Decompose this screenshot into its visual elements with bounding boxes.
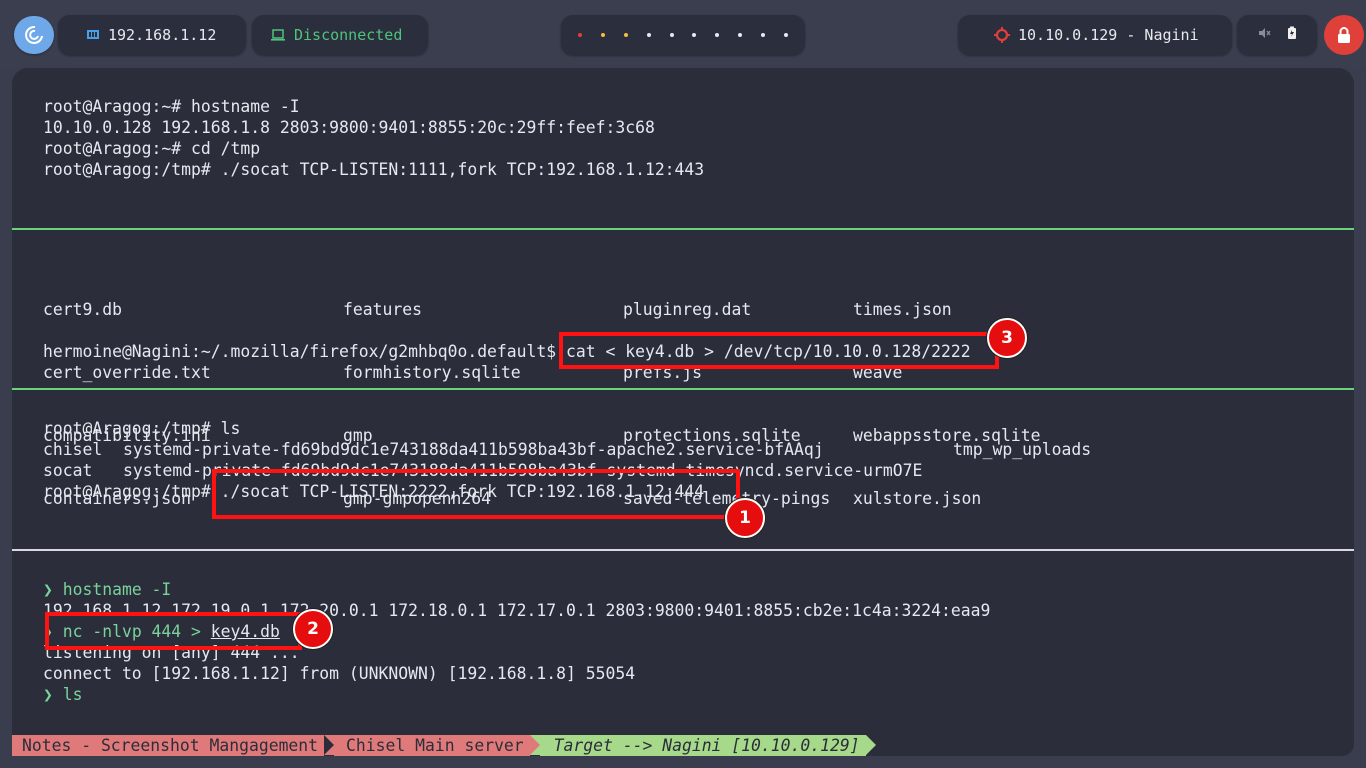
local-ip-widget[interactable]: 192.168.1.12	[58, 15, 246, 55]
top-bar: 192.168.1.12 Disconnected 10.10.0.129 - …	[0, 0, 1366, 68]
lock-power-button[interactable]	[1324, 15, 1364, 55]
file-name: times.json	[853, 300, 952, 319]
workspace-dot[interactable]	[692, 33, 697, 37]
workspace-dot[interactable]	[737, 33, 742, 37]
status-window-chisel[interactable]: Chisel Main server	[334, 735, 530, 756]
workspace-dot[interactable]	[601, 33, 606, 37]
file-name: cert9.db	[43, 300, 122, 319]
network-icon	[86, 28, 100, 42]
ls-entry: chisel	[43, 440, 103, 459]
workspace-dot[interactable]	[646, 33, 651, 37]
terminal-line: root@Aragog:~# cd /tmp	[43, 139, 261, 158]
status-label: Notes - Screenshot Mangagement	[22, 736, 319, 755]
terminal-line: root@Aragog:/tmp# ls	[43, 419, 241, 438]
crosshair-target-icon	[994, 27, 1010, 43]
command-text: hostname -I	[62, 580, 172, 599]
target-widget[interactable]: 10.10.0.129 - Nagini	[958, 15, 1232, 55]
workspace-switcher[interactable]	[561, 15, 805, 55]
terminal-window[interactable]: root@Aragog:~# hostname -I 10.10.0.128 1…	[12, 68, 1354, 756]
status-end-cap	[865, 735, 876, 755]
shell-prompt: hermoine@Nagini:~/.mozilla/firefox/g2mhb…	[43, 342, 557, 361]
terminal-line: root@Aragog:/tmp# ./socat TCP-LISTEN:111…	[43, 160, 705, 179]
terminal-pane-aragog-1[interactable]: root@Aragog:~# hostname -I 10.10.0.128 1…	[12, 68, 1354, 228]
workspace-dot[interactable]	[760, 33, 765, 37]
lock-icon	[1338, 27, 1350, 43]
workspace-dot[interactable]	[578, 33, 583, 37]
status-label: Target --> Nagini [10.10.0.129]	[553, 736, 860, 755]
step-badge-1: 1	[725, 498, 765, 538]
vpn-status-widget[interactable]: Disconnected	[252, 15, 428, 55]
terminal-line: ❯ ls	[43, 684, 83, 705]
status-label: Chisel Main server	[346, 736, 524, 755]
status-separator	[529, 735, 540, 755]
shell-prompt: root@Aragog:/tmp#	[43, 482, 211, 501]
highlight-box-3	[559, 332, 999, 369]
battery-icon[interactable]	[1287, 26, 1297, 44]
target-text: 10.10.0.129 - Nagini	[1018, 26, 1199, 44]
step-badge-2: 2	[293, 609, 333, 649]
ls-entry: systemd-private-fd69bd9dc1e743188da411b5…	[123, 440, 824, 459]
tmux-status-bar: Notes - Screenshot Mangagement Chisel Ma…	[12, 735, 876, 756]
file-name: features	[343, 300, 422, 319]
file-name: formhistory.sqlite	[343, 363, 521, 382]
system-tray	[1237, 15, 1317, 55]
workspace-dot[interactable]	[715, 33, 720, 37]
status-window-notes[interactable]: Notes - Screenshot Mangagement	[12, 735, 325, 756]
distro-logo-button[interactable]	[14, 16, 54, 54]
status-window-target[interactable]: Target --> Nagini [10.10.0.129]	[539, 735, 866, 756]
highlight-box-1	[212, 469, 740, 519]
workspace-dot[interactable]	[669, 33, 674, 37]
step-badge-3: 3	[987, 318, 1027, 358]
laptop-icon	[270, 28, 286, 42]
workspace-dot[interactable]	[623, 33, 628, 37]
terminal-line: 10.10.0.128 192.168.1.8 2803:9800:9401:8…	[43, 118, 655, 137]
vpn-status-text: Disconnected	[294, 26, 403, 44]
status-separator	[324, 735, 335, 755]
command-text: ls	[62, 685, 83, 704]
terminal-line: connect to [192.168.1.12] from (UNKNOWN)…	[43, 664, 636, 683]
prompt-arrow-icon: ❯	[43, 580, 53, 599]
terminal-line: ❯ hostname -I	[43, 579, 171, 600]
highlight-box-2	[45, 612, 302, 650]
file-name: cert_override.txt	[43, 363, 211, 382]
file-name: pluginreg.dat	[623, 300, 752, 319]
spiral-logo-icon	[25, 25, 43, 44]
ls-entry: tmp_wp_uploads	[953, 440, 1092, 459]
terminal-line: root@Aragog:~# hostname -I	[43, 97, 300, 116]
workspace-dot[interactable]	[783, 33, 788, 37]
prompt-arrow-icon: ❯	[43, 685, 53, 704]
local-ip-text: 192.168.1.12	[108, 26, 217, 44]
ls-entry: socat	[43, 461, 93, 480]
volume-muted-icon[interactable]	[1257, 26, 1271, 44]
